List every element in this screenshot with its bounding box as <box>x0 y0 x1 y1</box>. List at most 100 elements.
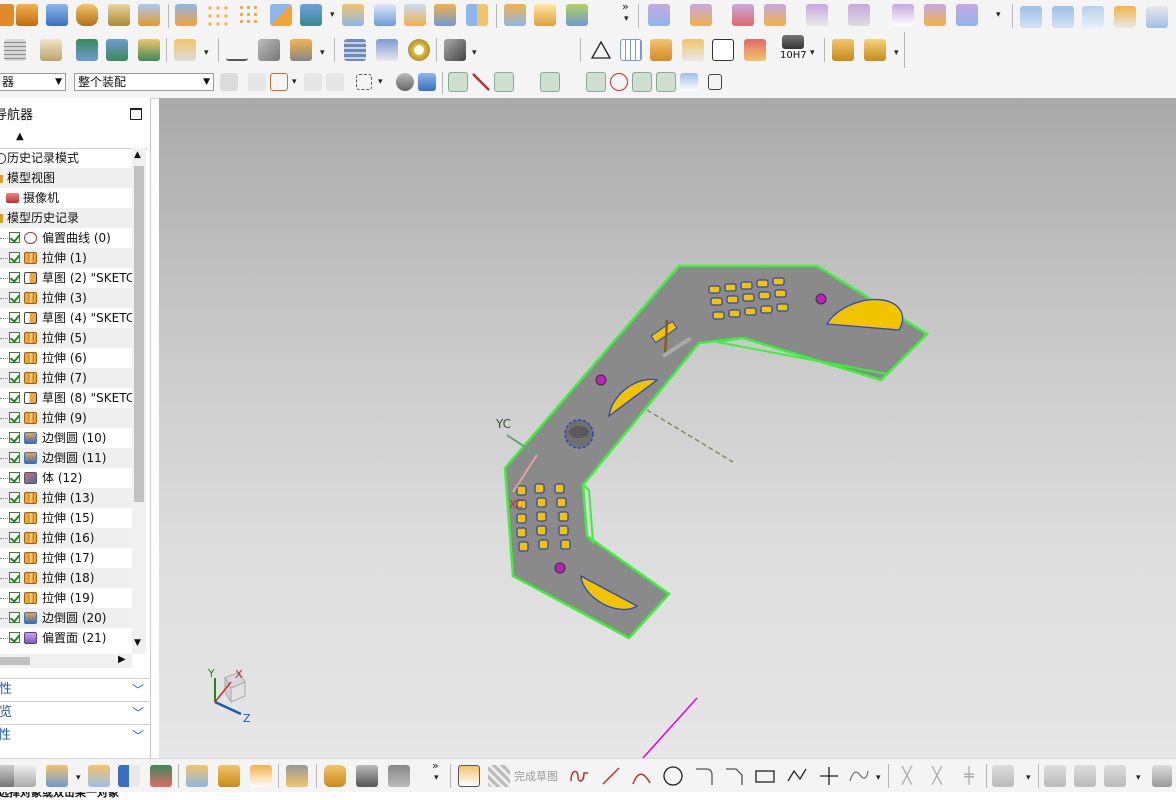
delete-face-icon[interactable] <box>732 4 754 26</box>
snap-quadrant-icon[interactable] <box>610 73 628 91</box>
offset-surface-icon[interactable] <box>138 4 160 26</box>
visibility-checkbox[interactable] <box>9 372 20 383</box>
deselect-icon[interactable] <box>326 73 344 91</box>
snap-point-icon[interactable] <box>632 72 652 92</box>
snap-intersection-icon[interactable] <box>656 72 676 92</box>
styled-sweep-icon[interactable] <box>1114 6 1136 28</box>
shaded-view-icon[interactable] <box>418 73 436 91</box>
tree-node-feature[interactable]: 拉伸 (18) <box>0 568 132 588</box>
sort-up-icon[interactable]: ▲ <box>16 131 24 142</box>
radial-dimension-icon[interactable] <box>956 4 978 26</box>
tree-node-feature[interactable]: 草图 (4) "SKETC <box>0 308 132 328</box>
tree-node-feature[interactable]: 草图 (8) "SKETC <box>0 388 132 408</box>
tree-node-feature[interactable]: 边倒圆 (11) <box>0 448 132 468</box>
subtract-icon[interactable] <box>300 4 322 26</box>
angular-dimension-icon[interactable] <box>924 4 946 26</box>
snap-endpoint-icon[interactable] <box>448 72 468 92</box>
offset-region-icon[interactable] <box>848 4 870 26</box>
tree-node-model-views[interactable]: 模型视图 <box>0 168 132 188</box>
wire-icon[interactable] <box>226 39 248 61</box>
visibility-checkbox[interactable] <box>9 412 20 423</box>
sew-icon[interactable] <box>374 4 396 26</box>
chamfer-sketch-icon[interactable] <box>724 765 746 787</box>
mate-component-icon[interactable] <box>106 39 128 61</box>
mirror-curve-icon[interactable] <box>1104 765 1126 787</box>
connector-icon[interactable] <box>290 39 312 61</box>
grid-icon[interactable] <box>708 74 722 90</box>
move-face-icon[interactable] <box>648 4 670 26</box>
spreadsheet-icon[interactable] <box>620 39 642 61</box>
tree-node-feature[interactable]: 拉伸 (19) <box>0 588 132 608</box>
dropdown-caret-icon[interactable]: ▾ <box>378 77 383 87</box>
dropdown-caret-icon[interactable]: ▾ <box>330 10 335 20</box>
tree-node-history-mode[interactable]: 历史记录模式 <box>0 148 132 168</box>
profile-icon[interactable] <box>568 765 590 787</box>
scroll-down-icon[interactable]: ▼ <box>134 638 141 648</box>
sketch-icon[interactable] <box>458 765 480 787</box>
visibility-checkbox[interactable] <box>9 472 20 483</box>
more-tools-icon[interactable]: » <box>432 759 439 772</box>
fitting-icon[interactable] <box>356 765 378 787</box>
circle-icon[interactable] <box>662 765 684 787</box>
dropdown-caret-icon[interactable]: ▾ <box>292 77 297 87</box>
trim-curve-icon[interactable]: ╳ <box>896 765 918 787</box>
snap-tangent-icon[interactable] <box>494 72 514 92</box>
visibility-checkbox[interactable] <box>9 252 20 263</box>
trim-body-icon[interactable] <box>434 4 456 26</box>
polygon-icon[interactable] <box>786 765 808 787</box>
project-curve-icon[interactable] <box>1044 765 1066 787</box>
pattern-face-icon[interactable] <box>238 4 260 26</box>
offset-curve-sketch-icon[interactable] <box>992 765 1014 787</box>
dropdown-caret-icon[interactable]: ▾ <box>1026 773 1031 783</box>
tree-node-feature[interactable]: 拉伸 (6) <box>0 348 132 368</box>
dropdown-caret-icon[interactable]: ▾ <box>624 14 629 24</box>
tree-node-feature[interactable]: 拉伸 (16) <box>0 528 132 548</box>
select-all-icon[interactable] <box>248 73 266 91</box>
harness-icon[interactable] <box>388 765 410 787</box>
attribute-icon[interactable] <box>650 39 672 61</box>
snap-curve-icon[interactable] <box>518 73 536 91</box>
visibility-checkbox[interactable] <box>9 592 20 603</box>
visibility-checkbox[interactable] <box>9 552 20 563</box>
visibility-checkbox[interactable] <box>9 352 20 363</box>
group-icon[interactable] <box>682 39 704 61</box>
through-curve-mesh-icon[interactable] <box>1052 6 1074 28</box>
tree-node-model-history[interactable]: 模型历史记录 <box>0 208 132 228</box>
dropdown-caret-icon[interactable]: ▾ <box>894 48 899 58</box>
visibility-checkbox[interactable] <box>9 232 20 243</box>
visibility-checkbox[interactable] <box>9 272 20 283</box>
visibility-checkbox[interactable] <box>9 432 20 443</box>
selection-scope-select[interactable]: 整个装配 ▼ <box>74 73 214 91</box>
linear-dimension-icon[interactable] <box>892 4 914 26</box>
visibility-checkbox[interactable] <box>9 632 20 643</box>
marquee-icon[interactable] <box>356 74 372 90</box>
add-body-icon[interactable] <box>46 765 68 787</box>
snap-bounded-icon[interactable] <box>680 73 698 91</box>
hole-spec-label[interactable]: 10H7 <box>780 50 807 61</box>
extend-curve-icon[interactable]: ╳ <box>926 765 948 787</box>
hole-binoculars-icon[interactable] <box>782 35 804 49</box>
visibility-checkbox[interactable] <box>9 332 20 343</box>
solid-box-icon[interactable] <box>504 4 526 26</box>
finish-sketch-icon[interactable] <box>488 765 510 787</box>
scroll-thumb[interactable] <box>134 166 144 502</box>
visibility-checkbox[interactable] <box>9 292 20 303</box>
ring-icon[interactable] <box>408 39 430 61</box>
spline-icon[interactable] <box>848 765 870 787</box>
tree-node-feature[interactable]: 偏置曲线 (0) <box>0 228 132 248</box>
add-component-icon[interactable] <box>76 39 98 61</box>
tree-vertical-scrollbar[interactable]: ▲ ▼ <box>132 148 146 654</box>
note-icon[interactable] <box>40 39 62 61</box>
move-component-icon[interactable] <box>138 39 160 61</box>
triangle-icon[interactable] <box>590 39 612 61</box>
snap-line-icon[interactable] <box>472 73 490 91</box>
tree-node-feature[interactable]: 体 (12) <box>0 468 132 488</box>
visibility-checkbox[interactable] <box>9 392 20 403</box>
measure-icon[interactable] <box>744 39 766 61</box>
tree-horizontal-scrollbar[interactable]: ▶ <box>0 654 132 668</box>
point-icon[interactable] <box>818 765 840 787</box>
revolve-icon[interactable] <box>16 4 38 26</box>
pattern-feature-icon[interactable] <box>206 4 228 26</box>
split-body-icon[interactable] <box>466 4 488 26</box>
general-filter-icon[interactable] <box>220 73 238 91</box>
